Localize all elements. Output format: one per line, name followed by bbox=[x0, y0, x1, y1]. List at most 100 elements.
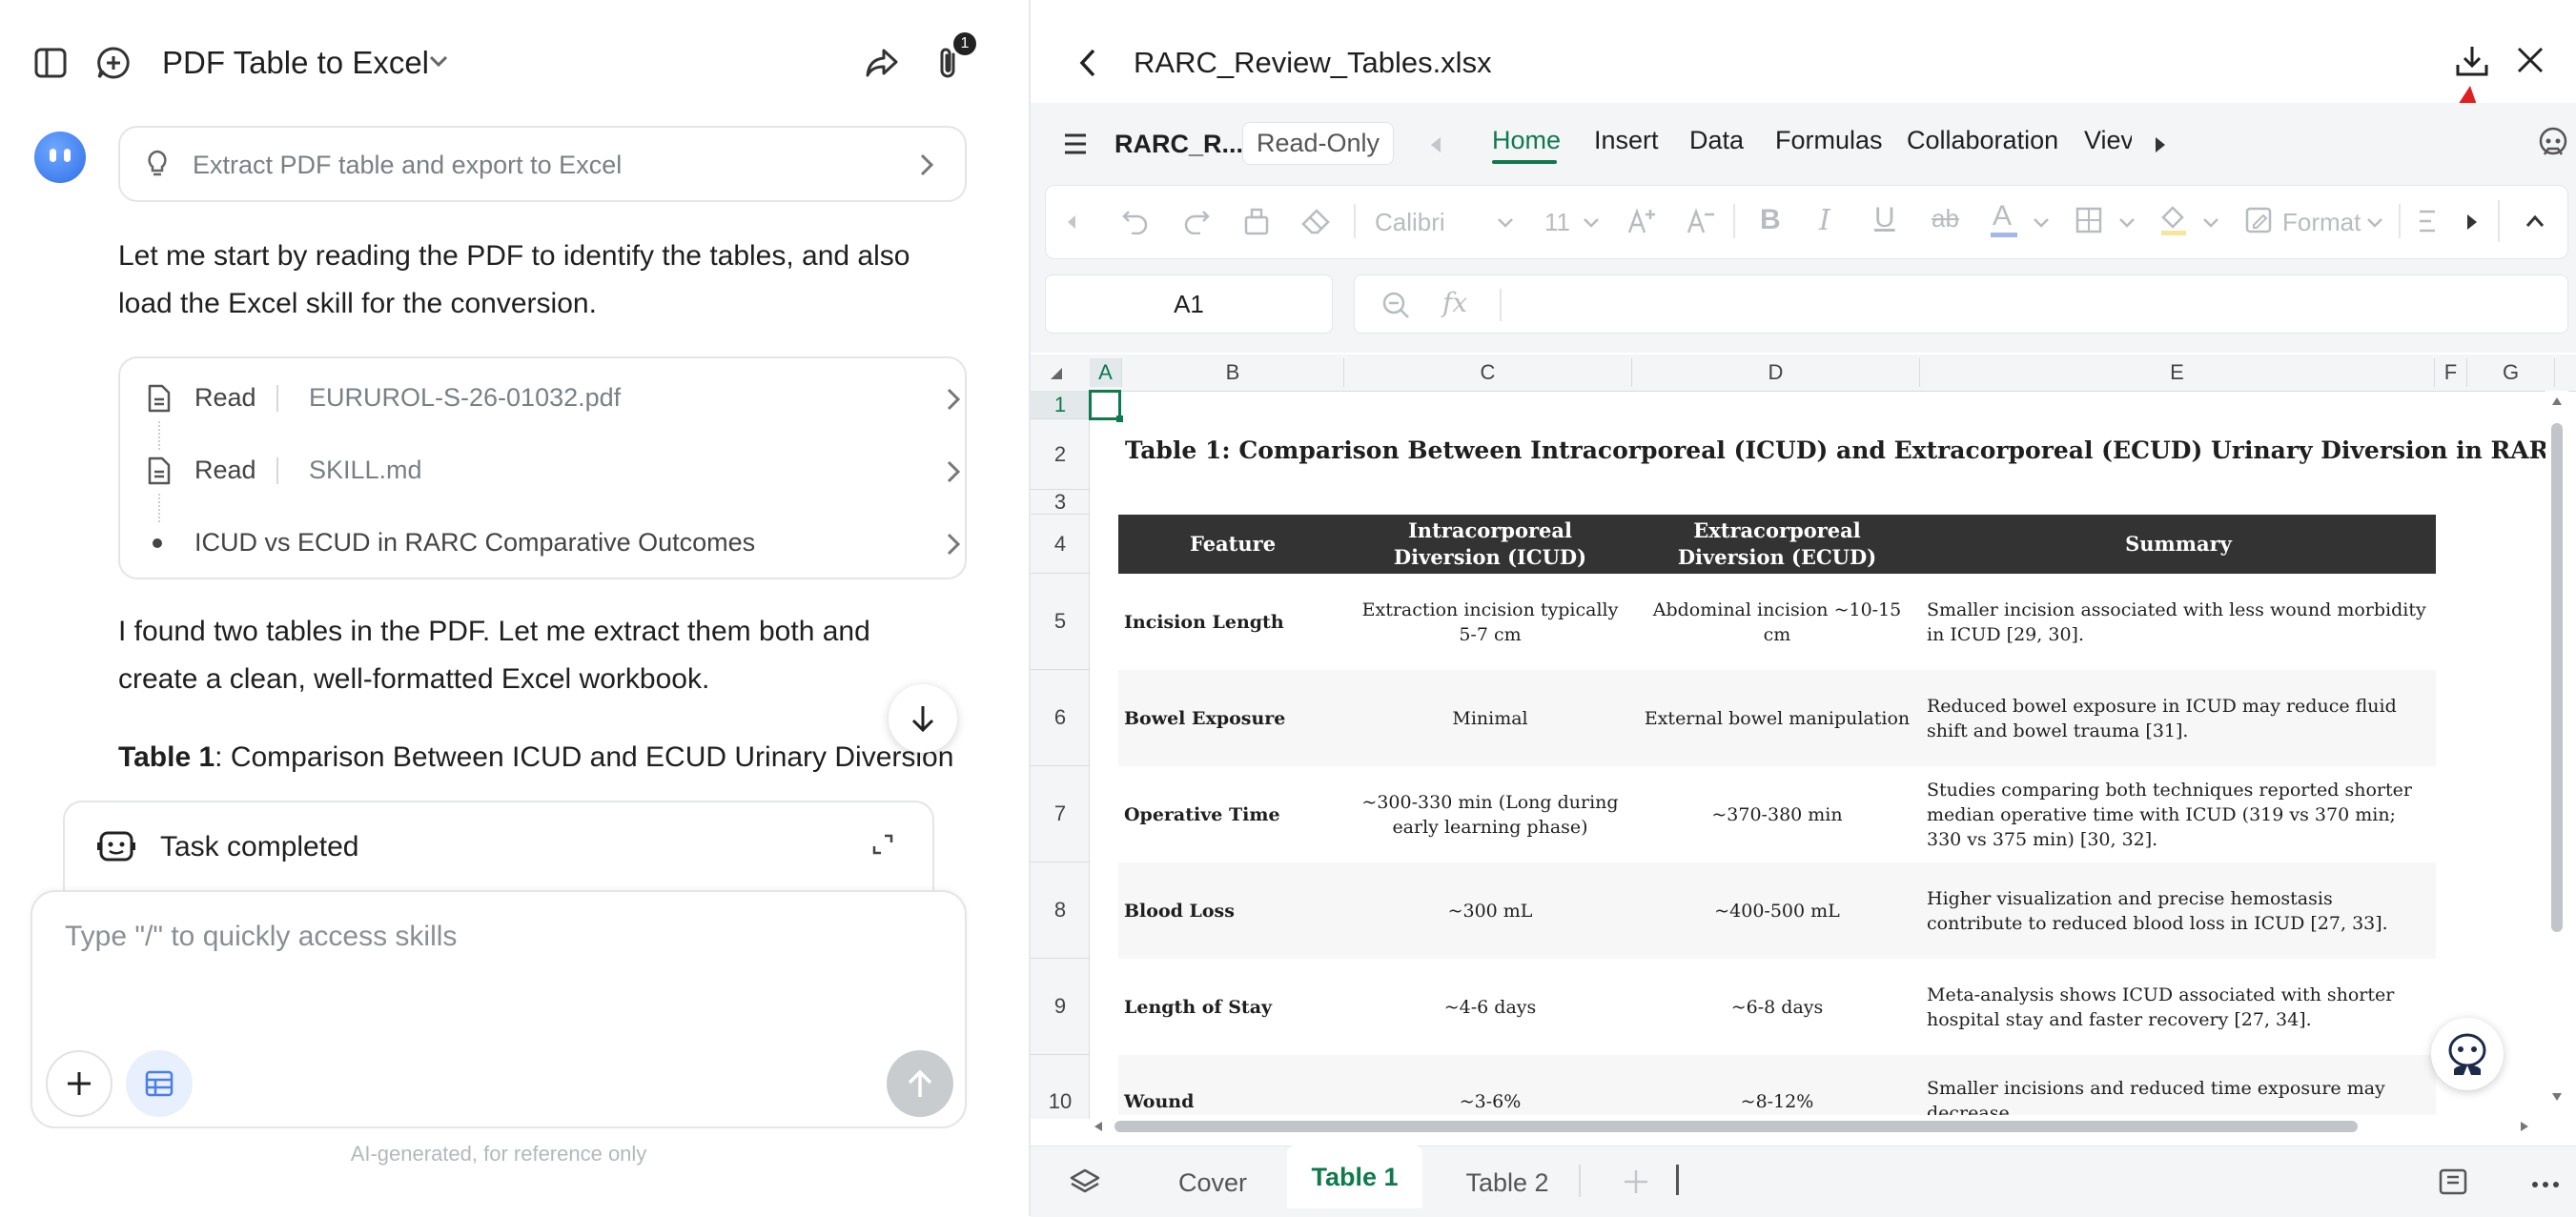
table-cell[interactable]: ~300 mL bbox=[1347, 862, 1633, 959]
expand-icon[interactable] bbox=[871, 833, 894, 856]
close-icon[interactable] bbox=[2516, 46, 2545, 74]
eraser-icon[interactable] bbox=[1300, 206, 1331, 236]
select-all-icon[interactable] bbox=[1049, 366, 1064, 381]
table-cell[interactable]: ~300-330 min (Long during early learning… bbox=[1347, 766, 1633, 862]
message-input[interactable]: Type "/" to quickly access skills bbox=[31, 890, 967, 1128]
menu-view[interactable]: Viev bbox=[2084, 126, 2132, 155]
row-header[interactable]: 7 bbox=[1031, 766, 1090, 862]
column-header-d[interactable]: D bbox=[1632, 358, 1920, 387]
table-cell[interactable]: ~370-380 min bbox=[1633, 766, 1921, 862]
sheet-tab-table-2[interactable]: Table 2 bbox=[1440, 1159, 1575, 1207]
bold-icon[interactable]: B bbox=[1760, 204, 1781, 236]
row-header[interactable]: 10 bbox=[1031, 1055, 1090, 1151]
row-header[interactable]: 2 bbox=[1031, 419, 1090, 490]
download-icon[interactable] bbox=[2455, 44, 2489, 78]
send-button[interactable] bbox=[887, 1050, 953, 1117]
increase-font-icon[interactable] bbox=[1626, 206, 1657, 236]
row-header[interactable]: 9 bbox=[1031, 959, 1090, 1055]
conditional-format-icon[interactable] bbox=[2244, 206, 2273, 234]
table-cell[interactable]: Meta-analysis shows ICUD associated with… bbox=[1921, 959, 2436, 1055]
column-header-g[interactable]: G bbox=[2467, 358, 2555, 387]
column-header-a[interactable]: A bbox=[1090, 358, 1122, 387]
undo-icon[interactable] bbox=[1121, 206, 1150, 234]
table-cell[interactable]: Smaller incisions and reduced time expos… bbox=[1921, 1055, 2436, 1119]
row-header[interactable]: 8 bbox=[1031, 862, 1090, 959]
table-cell[interactable]: Studies comparing both techniques report… bbox=[1921, 766, 2436, 862]
table-cell[interactable]: Reduced bowel exposure in ICUD may reduc… bbox=[1921, 670, 2436, 766]
column-header-f[interactable]: F bbox=[2435, 358, 2467, 387]
header-cell-summary[interactable]: Summary bbox=[1921, 515, 2436, 574]
assistant-icon[interactable] bbox=[2537, 126, 2569, 160]
back-icon[interactable] bbox=[1078, 48, 1097, 78]
table-cell[interactable]: External bowel manipulation bbox=[1633, 670, 1921, 766]
chevron-down-icon[interactable] bbox=[428, 53, 449, 69]
menu-formulas[interactable]: Formulas bbox=[1775, 126, 1883, 155]
align-icon[interactable] bbox=[2418, 208, 2441, 234]
font-color-icon[interactable]: A bbox=[1993, 200, 2012, 233]
task-prompt-card[interactable]: Extract PDF table and export to Excel bbox=[118, 126, 967, 202]
format-menu[interactable]: Format bbox=[2282, 208, 2361, 237]
chevron-down-icon[interactable] bbox=[1497, 217, 1514, 229]
table-cell[interactable]: Smaller incision associated with less wo… bbox=[1921, 574, 2436, 670]
menu-data[interactable]: Data bbox=[1689, 126, 1744, 155]
font-name-select[interactable]: Calibri bbox=[1375, 208, 1445, 237]
table-cell[interactable]: Incision Length bbox=[1118, 574, 1347, 670]
sidebar-toggle-icon[interactable] bbox=[29, 43, 72, 83]
table-cell[interactable]: Extraction incision typically 5-7 cm bbox=[1347, 574, 1633, 670]
table-cell[interactable]: ~3-6% bbox=[1347, 1055, 1633, 1119]
step-item[interactable]: ICUD vs ECUD in RARC Comparative Outcome… bbox=[147, 524, 961, 568]
table-cell[interactable]: Minimal bbox=[1347, 670, 1633, 766]
chevron-down-icon[interactable] bbox=[2118, 217, 2136, 229]
doc-short-name[interactable]: RARC_R... bbox=[1114, 130, 1243, 159]
underline-icon[interactable]: U bbox=[1874, 202, 1895, 234]
italic-icon[interactable]: I bbox=[1819, 204, 1830, 237]
zoom-out-icon[interactable] bbox=[1381, 291, 1410, 319]
header-cell-feature[interactable]: Feature bbox=[1118, 515, 1347, 574]
header-cell-icud[interactable]: Intracorporeal Diversion (ICUD) bbox=[1347, 515, 1633, 574]
floating-assistant-button[interactable] bbox=[2431, 1018, 2504, 1090]
header-cell-ecud[interactable]: Extracorporeal Diversion (ECUD) bbox=[1633, 515, 1921, 574]
row-header[interactable]: 3 bbox=[1031, 490, 1090, 515]
table-cell[interactable]: Abdominal incision ~10-15 cm bbox=[1633, 574, 1921, 670]
table-cell[interactable]: ~8-12% bbox=[1633, 1055, 1921, 1119]
toolbar-scroll-right-icon[interactable] bbox=[2465, 213, 2479, 232]
step-item[interactable]: Read SKILL.md bbox=[147, 452, 961, 496]
task-status-bar[interactable]: Task completed bbox=[63, 801, 934, 896]
scroll-down-button[interactable] bbox=[889, 684, 957, 753]
chevron-down-icon[interactable] bbox=[2033, 217, 2050, 229]
column-header-c[interactable]: C bbox=[1344, 358, 1632, 387]
horizontal-scrollbar[interactable] bbox=[1090, 1115, 2545, 1138]
more-options-icon[interactable] bbox=[2531, 1181, 2560, 1188]
table-cell[interactable]: ~6-8 days bbox=[1633, 959, 1921, 1055]
menu-scroll-left-icon[interactable] bbox=[1429, 135, 1442, 154]
strikethrough-icon[interactable]: ab bbox=[1932, 204, 1959, 233]
table-cell[interactable]: ~400-500 mL bbox=[1633, 862, 1921, 959]
horizontal-scroll-thumb[interactable] bbox=[1114, 1121, 2358, 1132]
table-cell[interactable]: Length of Stay bbox=[1118, 959, 1347, 1055]
menu-home[interactable]: Home bbox=[1492, 126, 1561, 155]
table-cell[interactable]: Bowel Exposure bbox=[1118, 670, 1347, 766]
formula-input[interactable]: fx bbox=[1354, 274, 2568, 334]
vertical-scrollbar[interactable] bbox=[2545, 391, 2568, 1119]
borders-icon[interactable] bbox=[2075, 206, 2103, 234]
table-cell[interactable]: Blood Loss bbox=[1118, 862, 1347, 959]
row-header[interactable]: 1 bbox=[1031, 391, 1090, 419]
column-header-e[interactable]: E bbox=[1920, 358, 2435, 387]
chat-title[interactable]: PDF Table to Excel bbox=[162, 42, 429, 84]
add-button[interactable] bbox=[46, 1050, 112, 1117]
table-cell[interactable]: Higher visualization and precise hemosta… bbox=[1921, 862, 2436, 959]
redo-icon[interactable] bbox=[1182, 206, 1211, 234]
font-size-select[interactable]: 11 bbox=[1544, 208, 1570, 237]
fill-color-icon[interactable] bbox=[2158, 204, 2189, 236]
table-cell[interactable]: Operative Time bbox=[1118, 766, 1347, 862]
decrease-font-icon[interactable] bbox=[1686, 206, 1716, 236]
row-header[interactable]: 4 bbox=[1031, 515, 1090, 574]
hamburger-menu-icon[interactable] bbox=[1063, 132, 1088, 156]
menu-collaboration[interactable]: Collaboration bbox=[1907, 126, 2058, 155]
sheet-tab-cover[interactable]: Cover bbox=[1165, 1159, 1260, 1207]
new-chat-icon[interactable] bbox=[92, 42, 135, 84]
chevron-down-icon[interactable] bbox=[2202, 217, 2219, 229]
toolbar-scroll-left-icon[interactable] bbox=[1066, 213, 1077, 231]
share-icon[interactable] bbox=[860, 42, 904, 84]
table-skill-button[interactable] bbox=[126, 1050, 193, 1117]
